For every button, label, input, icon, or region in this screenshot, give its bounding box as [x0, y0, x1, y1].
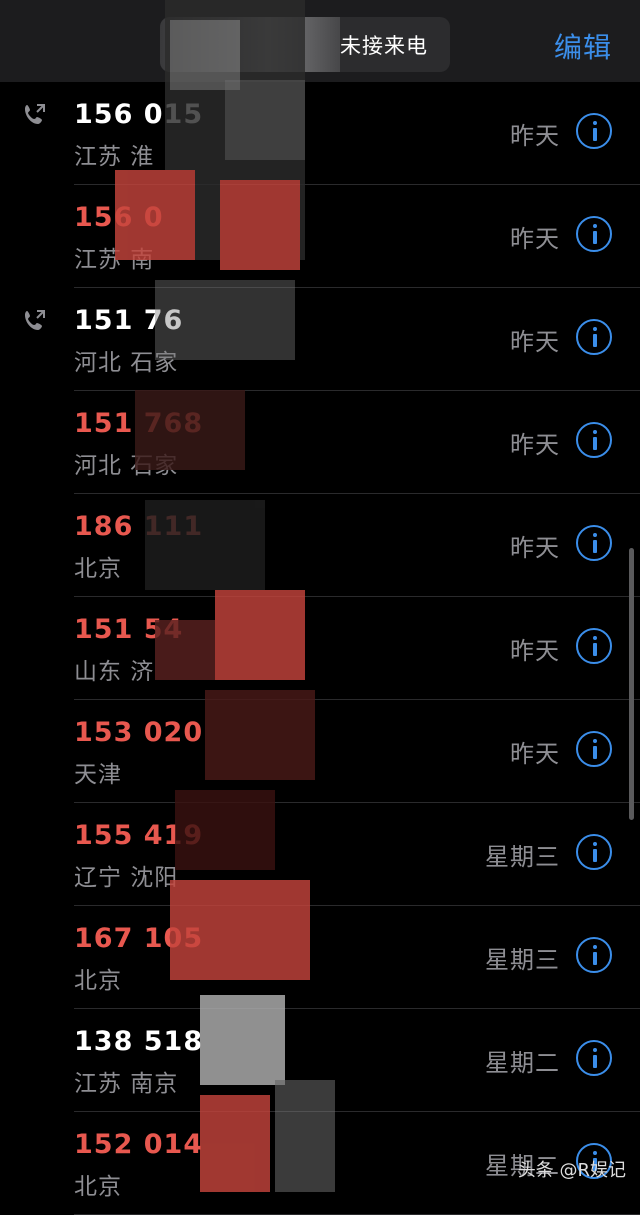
call-number: 138 518 [74, 1026, 204, 1057]
call-location: 江苏 南京 [74, 1071, 179, 1097]
recent-calls-list: 156 015 江苏 淮昨天 156 0 江苏 南昨天 151 76 河北 石家 昨天 151… [0, 82, 640, 1215]
info-icon[interactable] [576, 1040, 612, 1076]
call-location: 江苏 淮 [74, 144, 155, 170]
call-time: 昨天 [510, 637, 560, 665]
call-location: 天津 [74, 762, 122, 788]
call-location: 北京 [74, 1174, 122, 1200]
info-icon[interactable] [576, 422, 612, 458]
call-number: 167 105 [74, 923, 204, 954]
call-row[interactable]: 151 76 河北 石家 昨天 [0, 288, 640, 391]
filter-missed-calls-tab[interactable]: 未接来电 [340, 30, 428, 60]
edit-button[interactable]: 编辑 [554, 26, 612, 66]
call-time: 昨天 [510, 122, 560, 150]
call-time: 昨天 [510, 534, 560, 562]
watermark: 头条 @R娱记 [517, 1160, 626, 1181]
scrollbar[interactable] [629, 548, 634, 820]
call-location: 河北 石家 [74, 350, 179, 376]
outgoing-call-icon [25, 310, 45, 330]
call-number: 151 768 [74, 408, 204, 439]
call-time: 昨天 [510, 740, 560, 768]
call-number: 156 0 [74, 202, 164, 233]
call-row[interactable]: 156 015 江苏 淮 昨天 [0, 82, 640, 185]
call-time: 星期三 [485, 946, 560, 974]
call-row[interactable]: 186 111 北京 昨天 [0, 494, 640, 597]
call-row[interactable]: 151 768 河北 石家 昨天 [0, 391, 640, 494]
call-number: 151 54 [74, 614, 184, 645]
call-number: 155 419 [74, 820, 204, 851]
call-number: 186 111 [74, 511, 204, 542]
call-number: 153 020 [74, 717, 204, 748]
info-icon[interactable] [576, 525, 612, 561]
call-location: 河北 石家 [74, 453, 179, 479]
call-location: 山东 济 [74, 659, 155, 685]
call-row[interactable]: 151 54 山东 济 昨天 [0, 597, 640, 700]
call-row[interactable]: 156 0 江苏 南 昨天 [0, 185, 640, 288]
redaction-blur [160, 17, 340, 72]
call-time: 星期二 [485, 1049, 560, 1077]
info-icon[interactable] [576, 216, 612, 252]
call-location: 辽宁 沈阳 [74, 865, 179, 891]
call-time: 昨天 [510, 225, 560, 253]
call-row[interactable]: 167 105 北京 星期三 [0, 906, 640, 1009]
info-icon[interactable] [576, 834, 612, 870]
info-icon[interactable] [576, 113, 612, 149]
call-number: 151 76 [74, 305, 184, 336]
info-icon[interactable] [576, 937, 612, 973]
call-row[interactable]: 153 020 天津 昨天 [0, 700, 640, 803]
call-row[interactable]: 155 419 辽宁 沈阳 星期三 [0, 803, 640, 906]
call-time: 昨天 [510, 328, 560, 356]
nav-header: 未接来电 编辑 [0, 0, 640, 82]
outgoing-call-icon [25, 104, 45, 124]
call-row[interactable]: 138 518 江苏 南京 星期二 [0, 1009, 640, 1112]
call-location: 江苏 南 [74, 247, 155, 273]
call-location: 北京 [74, 968, 122, 994]
call-time: 星期三 [485, 843, 560, 871]
call-number: 152 014 [74, 1129, 204, 1160]
call-location: 北京 [74, 556, 122, 582]
info-icon[interactable] [576, 731, 612, 767]
call-time: 昨天 [510, 431, 560, 459]
info-icon[interactable] [576, 628, 612, 664]
call-number: 156 015 [74, 99, 204, 130]
info-icon[interactable] [576, 319, 612, 355]
